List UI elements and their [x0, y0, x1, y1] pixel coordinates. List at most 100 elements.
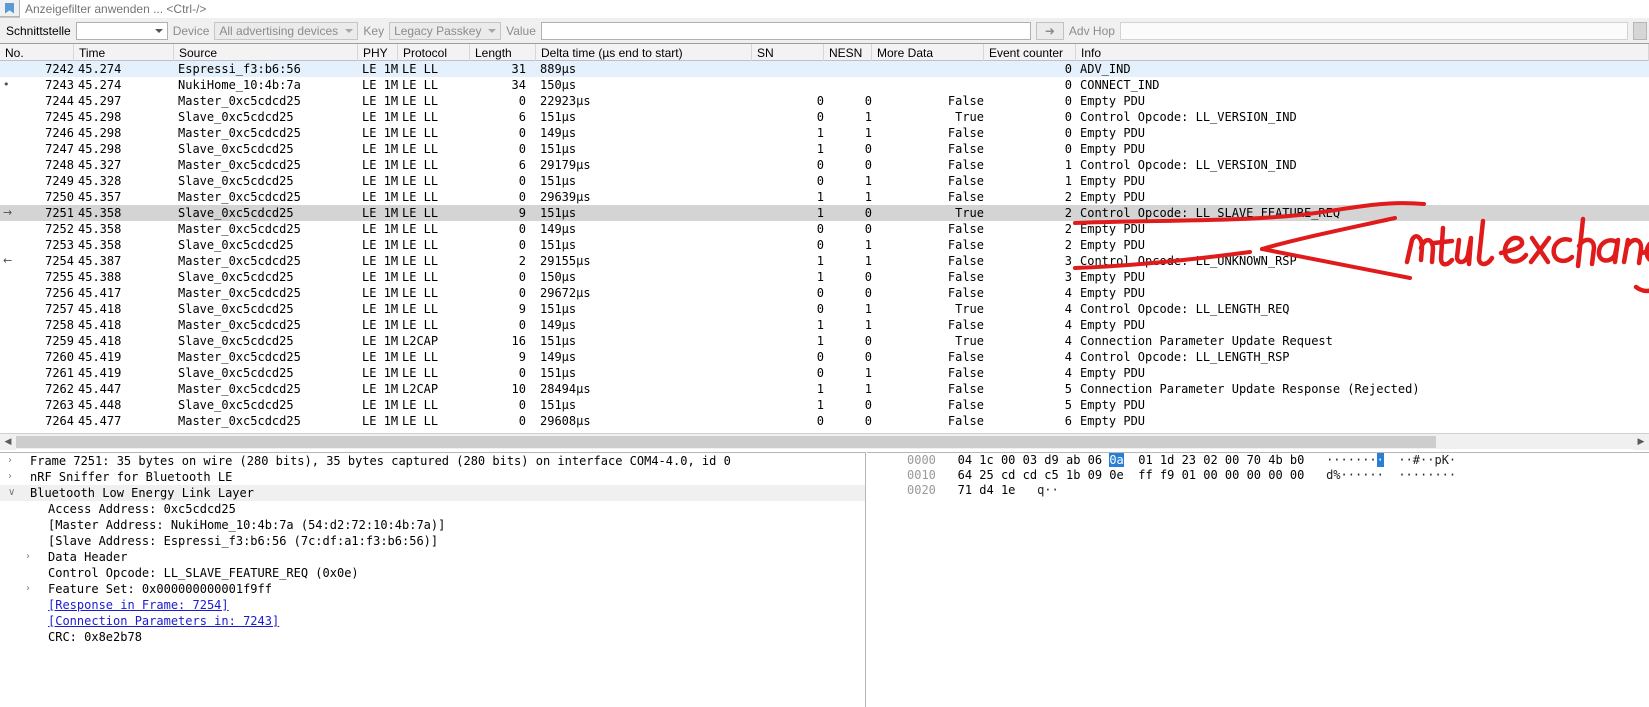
column-header-protocol[interactable]: Protocol — [398, 44, 470, 61]
bookmark-icon[interactable] — [0, 0, 20, 17]
expand-toggle-icon[interactable]: › — [8, 453, 22, 469]
device-select[interactable]: All advertising devices — [214, 21, 359, 40]
detail-row[interactable]: › Frame 7251: 35 bytes on wire (280 bits)… — [0, 453, 865, 469]
column-header-no[interactable]: No. — [0, 44, 74, 61]
table-row[interactable]: 7253 45.358 Slave_0xc5cdcd25 LE 1M LE LL 0 151… — [0, 237, 1649, 253]
detail-row[interactable]: ∨ Bluetooth Low Energy Link Layer — [0, 485, 865, 501]
table-row[interactable]: 7244 45.297 Master_0xc5cdcd25 LE 1M LE LL 0 22… — [0, 93, 1649, 109]
cell-source: Master_0xc5cdcd25 — [178, 158, 301, 172]
arrow-right-icon[interactable]: ➜ — [1035, 21, 1064, 40]
expand-toggle-icon[interactable]: ∨ — [8, 485, 22, 501]
packet-bytes-pane[interactable]: 0000 04 1c 00 03 d9 ab 06 0a 01 1d 23 02… — [867, 452, 1649, 707]
expand-toggle-icon[interactable]: › — [26, 581, 40, 597]
table-row[interactable]: 7258 45.418 Master_0xc5cdcd25 LE 1M LE LL 0 14… — [0, 317, 1649, 333]
expand-toggle-icon[interactable]: › — [8, 469, 22, 485]
cell-info: Empty PDU — [1080, 318, 1146, 332]
cell-info: Empty PDU — [1080, 142, 1146, 156]
column-header-phy[interactable]: PHY — [358, 44, 398, 61]
detail-row[interactable]: [Master Address: NukiHome_10:4b:7a (54:d… — [0, 517, 865, 533]
packet-detail-pane[interactable]: › Frame 7251: 35 bytes on wire (280 bits)… — [0, 452, 866, 707]
detail-link[interactable]: [Connection Parameters in: 7243] — [8, 613, 279, 629]
cell-nesn: 1 — [864, 366, 872, 380]
cell-sn — [760, 77, 824, 93]
column-header-info[interactable]: Info — [1076, 44, 1649, 61]
table-row[interactable]: 7250 45.357 Master_0xc5cdcd25 LE 1M LE LL 0 29… — [0, 189, 1649, 205]
table-row[interactable]: 7246 45.298 Master_0xc5cdcd25 LE 1M LE LL 0 14… — [0, 125, 1649, 141]
detail-row[interactable]: [Slave Address: Espressi_f3:b6:56 (7c:df… — [0, 533, 865, 549]
table-row[interactable]: 7264 45.477 Master_0xc5cdcd25 LE 1M LE LL 0 29… — [0, 413, 1649, 429]
table-row[interactable]: 7260 45.419 Master_0xc5cdcd25 LE 1M LE LL 9 14… — [0, 349, 1649, 365]
detail-row[interactable]: › Feature Set: 0x000000000001f9ff — [0, 581, 865, 597]
cell-length: 31 — [511, 62, 526, 76]
packet-list[interactable]: No. Time Source PHY Protocol Length Delta time… — [0, 44, 1649, 433]
cell-source: Slave_0xc5cdcd25 — [178, 302, 294, 316]
detail-link[interactable]: [Response in Frame: 7254] — [8, 597, 229, 613]
display-filter-input[interactable] — [20, 0, 1649, 18]
cell-delta: 29608µs — [540, 414, 591, 428]
hscrollbar-thumb[interactable] — [16, 435, 1436, 448]
cell-nesn: 1 — [864, 254, 872, 268]
table-row[interactable]: 7242 45.274 Espressi_f3:b6:56 LE 1M LE LL 31 8… — [0, 61, 1649, 77]
key-select-value: Legacy Passkey — [394, 23, 482, 38]
chevron-left-icon[interactable]: ◀ — [0, 433, 16, 450]
table-row[interactable]: 7256 45.417 Master_0xc5cdcd25 LE 1M LE LL 0 29… — [0, 285, 1649, 301]
chevron-right-icon[interactable]: ▶ — [1633, 433, 1649, 450]
table-row[interactable]: 7259 45.418 Slave_0xc5cdcd25 LE 1M L2CAP 16 15… — [0, 333, 1649, 349]
cell-delta: 151µs — [540, 206, 577, 220]
detail-row[interactable]: [Connection Parameters in: 7243] — [0, 613, 865, 629]
table-row[interactable]: 7248 45.327 Master_0xc5cdcd25 LE 1M LE LL 6 29… — [0, 157, 1649, 173]
cell-no: 7247 — [45, 142, 74, 156]
detail-row[interactable]: › Data Header — [0, 549, 865, 565]
table-row[interactable]: 7257 45.418 Slave_0xc5cdcd25 LE 1M LE LL 9 151… — [0, 301, 1649, 317]
table-row[interactable]: 7262 45.447 Master_0xc5cdcd25 LE 1M L2CAP 10 2… — [0, 381, 1649, 397]
display-filter-bar — [0, 0, 1649, 18]
table-row[interactable]: 7261 45.419 Slave_0xc5cdcd25 LE 1M LE LL 0 151… — [0, 365, 1649, 381]
cell-info: Control Opcode: LL_LENGTH_REQ — [1080, 302, 1290, 316]
detail-row[interactable]: CRC: 0x8e2b78 — [0, 629, 865, 645]
packet-list-hscrollbar[interactable]: ◀ ▶ — [0, 433, 1649, 450]
hscrollbar-track[interactable] — [16, 434, 1633, 449]
cell-length: 0 — [518, 238, 526, 252]
column-header-event_counter[interactable]: Event counter — [984, 44, 1076, 61]
cell-more_data: True — [955, 334, 984, 348]
column-header-source[interactable]: Source — [174, 44, 358, 61]
table-row[interactable]: 7247 45.298 Slave_0xc5cdcd25 LE 1M LE LL 0 151… — [0, 141, 1649, 157]
toolbar-overflow-button[interactable] — [1633, 21, 1647, 40]
expand-toggle-icon[interactable]: › — [26, 549, 40, 565]
hexdump-row[interactable]: 0000 04 1c 00 03 d9 ab 06 0a 01 1d 23 02… — [867, 453, 1649, 468]
column-header-more_data[interactable]: More Data — [872, 44, 984, 61]
cell-phy: LE 1M — [362, 126, 399, 140]
hexdump-row[interactable]: 0010 64 25 cd cd c5 1b 09 0e ff f9 01 00… — [867, 468, 1649, 483]
table-row[interactable]: 7252 45.358 Master_0xc5cdcd25 LE 1M LE LL 0 14… — [0, 221, 1649, 237]
detail-row[interactable]: Control Opcode: LL_SLAVE_FEATURE_REQ (0x… — [0, 565, 865, 581]
column-header-label: Protocol — [403, 45, 448, 60]
table-row[interactable]: 7263 45.448 Slave_0xc5cdcd25 LE 1M LE LL 0 151… — [0, 397, 1649, 413]
table-row[interactable]: 7255 45.388 Slave_0xc5cdcd25 LE 1M LE LL 0 150… — [0, 269, 1649, 285]
interface-select[interactable] — [75, 21, 168, 40]
table-row[interactable]: → 7251 45.358 Slave_0xc5cdcd25 LE 1M LE LL 9 15… — [0, 205, 1649, 221]
column-header-sn[interactable]: SN — [752, 44, 824, 61]
row-marker-icon: • — [3, 78, 10, 91]
detail-row[interactable]: › nRF Sniffer for Bluetooth LE — [0, 469, 865, 485]
cell-event_counter: 0 — [1064, 126, 1072, 140]
cell-no: 7263 — [45, 398, 74, 412]
column-header-nesn[interactable]: NESN — [824, 44, 872, 61]
table-row[interactable]: 7245 45.298 Slave_0xc5cdcd25 LE 1M LE LL 6 151… — [0, 109, 1649, 125]
value-input[interactable] — [540, 21, 1031, 40]
column-header-time[interactable]: Time — [74, 44, 174, 61]
cell-nesn — [828, 77, 872, 93]
table-row[interactable]: ← 7254 45.387 Master_0xc5cdcd25 LE 1M LE LL 2 2… — [0, 253, 1649, 269]
column-header-delta[interactable]: Delta time (µs end to start) — [536, 44, 752, 61]
key-select[interactable]: Legacy Passkey — [389, 21, 502, 40]
cell-phy: LE 1M — [362, 286, 399, 300]
table-row[interactable]: • 7243 45.274 NukiHome_10:4b:7a LE 1M LE LL 34… — [0, 77, 1649, 93]
cell-delta: 151µs — [540, 174, 577, 188]
detail-row[interactable]: [Response in Frame: 7254] — [0, 597, 865, 613]
hexdump-row[interactable]: 0020 71 d4 1e q·· — [867, 483, 1649, 498]
detail-row[interactable]: Access Address: 0xc5cdcd25 — [0, 501, 865, 517]
column-header-length[interactable]: Length — [470, 44, 536, 61]
packet-list-body[interactable]: 7242 45.274 Espressi_f3:b6:56 LE 1M LE LL 31 8… — [0, 61, 1649, 429]
value-label: Value — [506, 23, 536, 38]
table-row[interactable]: 7249 45.328 Slave_0xc5cdcd25 LE 1M LE LL 0 151… — [0, 173, 1649, 189]
adv-hop-input[interactable] — [1119, 21, 1628, 40]
